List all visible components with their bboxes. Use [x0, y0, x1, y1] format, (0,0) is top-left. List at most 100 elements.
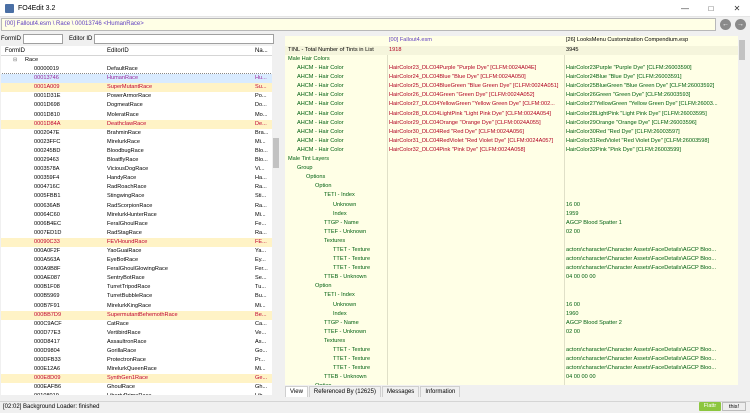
record-field-row[interactable]: Option — [285, 382, 738, 385]
race-row[interactable]: 000B5969 TurretBubbleRace Bu... — [1, 292, 272, 301]
flattr-button[interactable]: Flattr — [699, 402, 721, 411]
race-row[interactable]: 000BB7D9 SupermutantBehemothRace Be... — [1, 310, 272, 320]
race-row[interactable]: 0002047E BrahminRace Bra... — [1, 129, 272, 138]
record-field-row[interactable]: AHCM - Hair Color HairColor24_DLC04Blue "… — [285, 73, 738, 82]
record-field-row[interactable]: Male Tint Layers — [285, 155, 738, 164]
left-scroll-thumb[interactable] — [273, 138, 279, 168]
race-row[interactable]: 0001D31E PowerArmorRace Po... — [1, 92, 272, 101]
record-field-row[interactable]: Male Hair Colors — [285, 55, 738, 64]
right-scroll-thumb[interactable] — [739, 40, 745, 60]
record-field-row[interactable]: AHCM - Hair Color HairColor29_DLC04Orange… — [285, 119, 738, 128]
race-editorid: SuperMutantRace — [107, 84, 153, 91]
formid-column-header[interactable]: FormID — [5, 46, 25, 56]
race-row[interactable]: 00000019 DefaultRace — [1, 65, 272, 74]
race-row[interactable]: 0003578A ViciousDogRace Vi... — [1, 165, 272, 174]
record-field-row[interactable]: Unknown 16 00 — [285, 301, 738, 310]
record-field-row[interactable]: TTET - Texture actors\character\Character… — [285, 355, 738, 364]
record-field-row[interactable]: AHCM - Hair Color HairColor30_DLC04Red "R… — [285, 128, 738, 137]
tab-messages[interactable]: Messages — [381, 386, 420, 397]
race-row[interactable]: 00108019 LibertyPrimeRace Lib... — [1, 392, 272, 395]
record-field-row[interactable]: Option — [285, 282, 738, 291]
race-row[interactable]: 000359F4 HandyRace Ha... — [1, 174, 272, 183]
close-button[interactable]: ✕ — [724, 0, 750, 17]
name-column-header[interactable]: Na... — [255, 46, 268, 56]
record-field-row[interactable]: AHCM - Hair Color HairColor26_DLC04Green … — [285, 91, 738, 100]
race-row[interactable]: 00023FFC MirelurkRace Mi... — [1, 138, 272, 147]
race-row[interactable]: 00090C33 FEVHoundRace FE... — [1, 237, 272, 247]
race-row[interactable]: 000C9ACF CatRace Ca... — [1, 320, 272, 329]
this-button[interactable]: this! — [722, 402, 746, 411]
record-field-row[interactable]: Index 1960 — [285, 310, 738, 319]
back-icon[interactable]: ← — [720, 19, 731, 30]
race-editorid: TurretTripodRace — [107, 284, 151, 291]
record-field-row[interactable]: TTET - Texture actors\character\Character… — [285, 264, 738, 273]
record-field-row[interactable]: TTGP - Name AGCP Blood Spatter 1 — [285, 219, 738, 228]
race-row[interactable]: 000DFB33 ProtectronRace Pr... — [1, 356, 272, 365]
tab-view[interactable]: View — [285, 386, 308, 397]
race-row[interactable]: 000B7F91 MirelurkKingRace Mi... — [1, 302, 272, 311]
race-group-node[interactable]: ⊟ Race — [1, 56, 272, 65]
record-field-row[interactable]: TTEB - Unknown 04 00 00 00 — [285, 273, 738, 282]
record-field-row[interactable]: TTET - Texture actors\character\Character… — [285, 246, 738, 255]
record-field-row[interactable]: TTET - Texture actors\character\Character… — [285, 364, 738, 373]
tab-referenced-by[interactable]: Referenced By (12625) — [308, 386, 381, 397]
record-field-row[interactable]: TTEB - Unknown 04 00 00 00 — [285, 373, 738, 382]
race-row[interactable]: 000A9B8F FeralGhoulGlowingRace Fer... — [1, 265, 272, 274]
record-field-row[interactable]: TTEF - Unknown 02 00 — [285, 328, 738, 337]
race-row[interactable]: 000D9804 GorillaRace Go... — [1, 347, 272, 356]
record-field-row[interactable]: TTET - Texture actors\character\Character… — [285, 346, 738, 355]
maximize-button[interactable]: □ — [698, 0, 724, 17]
record-field-row[interactable]: Group — [285, 164, 738, 173]
race-row[interactable]: 000B1F08 TurretTripodRace Tu... — [1, 283, 272, 292]
race-row[interactable]: 0001D698 DogmeatRace Do... — [1, 101, 272, 110]
race-row[interactable]: 0007ED1D RadStagRace Ra... — [1, 229, 272, 238]
right-scrollbar[interactable] — [738, 36, 747, 385]
race-formid: 0003578A — [34, 166, 60, 173]
record-field-row[interactable]: Textures — [285, 237, 738, 246]
race-row[interactable]: 0006B4EC FeralGhoulRace Fe... — [1, 220, 272, 229]
tab-information[interactable]: Information — [420, 386, 461, 397]
race-row[interactable]: 000D77E3 VertibirdRace Ve... — [1, 329, 272, 338]
race-row[interactable]: 000AE087 SentryBotRace Se... — [1, 274, 272, 283]
record-field-row[interactable]: AHCM - Hair Color HairColor28_DLC04LightP… — [285, 110, 738, 119]
record-field-row[interactable]: Options — [285, 173, 738, 182]
editorid-filter-input[interactable] — [94, 34, 275, 44]
race-row[interactable]: 000A563A EyeBotRace Ey... — [1, 256, 272, 265]
race-row[interactable]: 000EAFB6 GhoulRace Gh... — [1, 383, 272, 392]
race-row[interactable]: 00029463 BloatflyRace Blo... — [1, 156, 272, 165]
record-field-row[interactable]: AHCM - Hair Color HairColor27_DLC04Yellow… — [285, 100, 738, 109]
editorid-column-header[interactable]: EditorID — [107, 46, 129, 56]
race-row[interactable]: 000E8D09 SynthGen1Race Ge... — [1, 374, 272, 384]
race-row[interactable]: 0001A009 SuperMutantRace Su... — [1, 83, 272, 93]
left-scrollbar[interactable] — [272, 46, 281, 395]
record-field-row[interactable]: TTEF - Unknown 02 00 — [285, 228, 738, 237]
race-row[interactable]: 000245BD BloodbugRace Blo... — [1, 147, 272, 156]
record-field-row[interactable]: AHCM - Hair Color HairColor31_DLC04RedVio… — [285, 137, 738, 146]
race-row[interactable]: 0001D84A DeathclawRace De... — [1, 119, 272, 129]
race-row[interactable]: 000D8417 AssaultronRace As... — [1, 338, 272, 347]
record-field-row[interactable]: Textures — [285, 337, 738, 346]
record-field-row[interactable]: TTET - Texture actors\character\Character… — [285, 255, 738, 264]
race-row[interactable]: 00013746 HumanRace Hu... — [1, 73, 272, 85]
record-field-row[interactable]: TETI - Index — [285, 291, 738, 300]
record-field-row[interactable]: TETI - Index — [285, 191, 738, 200]
collapse-icon[interactable]: ⊟ — [13, 56, 17, 65]
race-row[interactable]: 000636AB RadScorpionRace Ra... — [1, 202, 272, 211]
record-field-row[interactable]: AHCM - Hair Color HairColor23_DLC04Purple… — [285, 64, 738, 73]
forward-icon[interactable]: → — [735, 19, 746, 30]
record-field-row[interactable]: TTGP - Name AGCP Blood Spatter 2 — [285, 319, 738, 328]
race-row[interactable]: 0004716C RadRoachRace Ra... — [1, 183, 272, 192]
minimize-button[interactable]: — — [672, 0, 698, 17]
race-row[interactable]: 00064C60 MirelurkHunterRace Mi... — [1, 211, 272, 220]
race-row[interactable]: 000E12A6 MirelurkQueenRace Mi... — [1, 365, 272, 374]
field-value-2: AGCP Blood Spatter 2 — [566, 319, 622, 326]
record-field-row[interactable]: Index 1959 — [285, 210, 738, 219]
race-row[interactable]: 0005FBB1 StingwingRace Sti... — [1, 192, 272, 201]
race-row[interactable]: 000A0F2F YaoGuaiRace Ya... — [1, 247, 272, 256]
record-field-row[interactable]: AHCM - Hair Color HairColor25_DLC04BlueGr… — [285, 82, 738, 91]
record-field-row[interactable]: Unknown 16 00 — [285, 201, 738, 210]
record-field-row[interactable]: Option — [285, 182, 738, 191]
record-field-row[interactable]: AHCM - Hair Color HairColor32_DLC04Pink "… — [285, 146, 738, 155]
race-row[interactable]: 0001D810 MoleratRace Mo... — [1, 111, 272, 120]
formid-filter-input[interactable] — [23, 34, 63, 44]
